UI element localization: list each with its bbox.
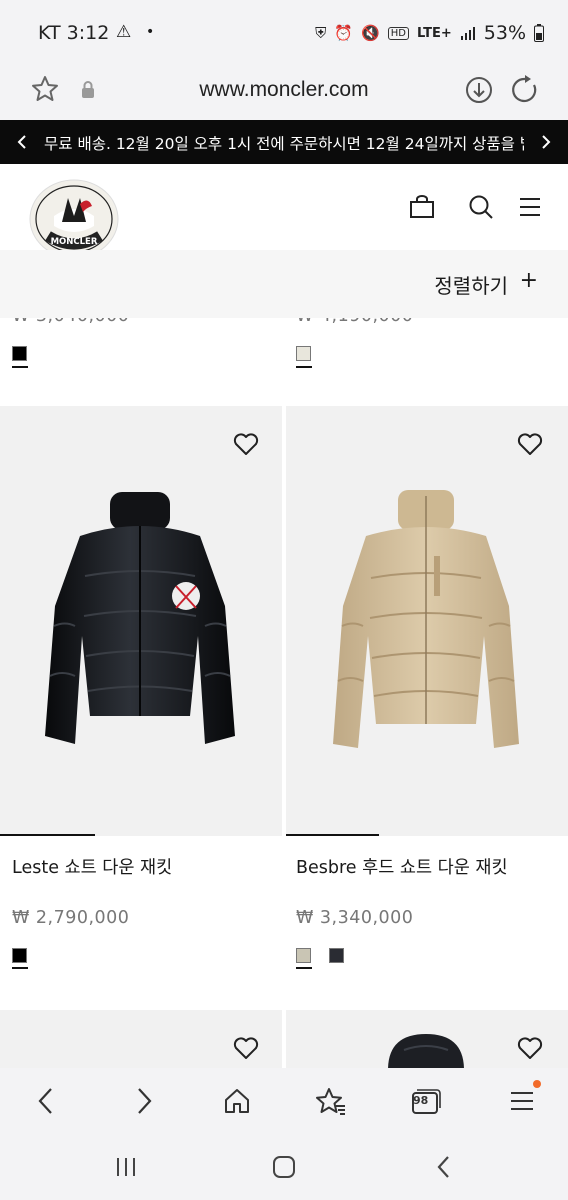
heart-icon[interactable] [517, 432, 543, 456]
swatch-selected-underline [296, 366, 312, 368]
home-icon [225, 1089, 249, 1113]
shopping-bag-icon[interactable] [408, 194, 436, 220]
forward-button[interactable] [116, 1068, 172, 1134]
heart-icon[interactable] [233, 1036, 259, 1060]
product-name[interactable]: Besbre 후드 쇼트 다운 재킷 [296, 854, 508, 879]
tabs-button[interactable]: 98 [396, 1068, 456, 1134]
black-down-jacket-image [45, 492, 235, 744]
system-navigation-bar [0, 1134, 568, 1200]
chevron-right-icon [138, 1088, 152, 1114]
notification-dot-icon: • [146, 24, 155, 40]
notification-dot-icon [533, 1080, 541, 1088]
menu-icon [511, 1092, 533, 1110]
color-swatch[interactable] [329, 948, 344, 963]
moncler-logo[interactable]: MONCLER [28, 178, 120, 260]
menu-button[interactable] [494, 1068, 550, 1134]
bookmarks-button[interactable] [302, 1068, 360, 1134]
status-bar: KT 3:12 ⚠ • ⛨ ⏰ 🔇 HD LTE+ 53% [0, 0, 568, 64]
bookmarks-star-icon [316, 1088, 345, 1115]
browser-url-bar: www.moncler.com [0, 64, 568, 120]
alarm-icon: ⏰ [334, 24, 354, 42]
recent-apps-icon [117, 1158, 135, 1176]
search-icon[interactable] [468, 194, 494, 222]
product-name[interactable]: Leste 쇼트 다운 재킷 [12, 854, 172, 879]
promo-text[interactable]: 무료 배송. 12월 20일 오후 1시 전에 주문하시면 12월 24일까지 … [44, 132, 524, 154]
signal-icon [460, 27, 475, 40]
image-carousel-progress [286, 834, 379, 836]
battery-percent: 53% [483, 22, 526, 44]
product-price: ₩ 2,790,000 [12, 908, 130, 928]
chevron-left-icon[interactable] [16, 134, 28, 150]
logo-text: MONCLER [51, 237, 98, 247]
plus-icon[interactable]: + [520, 268, 538, 293]
chevron-left-icon [437, 1156, 449, 1178]
sort-button-label[interactable]: 정렬하기 [434, 270, 508, 299]
status-time: KT 3:12 [38, 22, 110, 44]
back-button[interactable] [18, 1068, 74, 1134]
beige-down-jacket-image [333, 490, 519, 748]
dark-jacket-image [388, 1034, 464, 1068]
color-swatch[interactable] [12, 948, 27, 963]
system-home-button[interactable] [254, 1134, 314, 1200]
product-image-card[interactable] [0, 406, 282, 836]
swatch-selected-underline [12, 366, 28, 368]
product-price: ₩ 4,190,000 [296, 318, 413, 326]
recent-apps-button[interactable] [96, 1134, 156, 1200]
vpn-icon: ⛨ [315, 24, 327, 42]
heart-icon[interactable] [233, 432, 259, 456]
battery-icon [534, 24, 544, 42]
product-image-card[interactable] [286, 1010, 568, 1068]
menu-icon[interactable] [518, 196, 542, 218]
product-image-card[interactable] [286, 406, 568, 836]
reload-icon[interactable] [510, 75, 540, 105]
sort-bar[interactable]: 정렬하기 + [0, 250, 568, 318]
swatch-selected-underline [12, 967, 28, 969]
browser-toolbar: 98 [0, 1068, 568, 1134]
chevron-left-icon [38, 1088, 52, 1114]
hd-icon: HD [387, 26, 409, 40]
home-button[interactable] [208, 1068, 266, 1134]
system-back-button[interactable] [414, 1134, 474, 1200]
chevron-right-icon[interactable] [540, 134, 552, 150]
warning-icon: ⚠ [116, 22, 132, 42]
heart-icon[interactable] [517, 1036, 543, 1060]
home-square-icon [273, 1156, 295, 1178]
status-icons: ⛨ ⏰ 🔇 HD LTE+ 53% [315, 22, 544, 44]
promo-banner: 무료 배송. 12월 20일 오후 1시 전에 주문하시면 12월 24일까지 … [0, 120, 568, 164]
image-carousel-progress [0, 834, 95, 836]
product-price: ₩ 3,040,000 [12, 318, 129, 326]
tab-count: 98 [413, 1094, 429, 1107]
product-image-card[interactable] [0, 1010, 282, 1068]
site-header: MONCLER [0, 164, 568, 259]
color-swatch[interactable] [12, 346, 27, 361]
previous-product-row: ₩ 3,040,000 ₩ 4,190,000 [0, 318, 568, 406]
color-swatch[interactable] [296, 948, 311, 963]
color-swatch[interactable] [296, 346, 311, 361]
mute-icon: 🔇 [361, 24, 380, 42]
product-price: ₩ 3,340,000 [296, 908, 414, 928]
lte-icon: LTE+ [416, 25, 452, 41]
download-icon[interactable] [464, 75, 494, 105]
swatch-selected-underline [296, 967, 312, 969]
